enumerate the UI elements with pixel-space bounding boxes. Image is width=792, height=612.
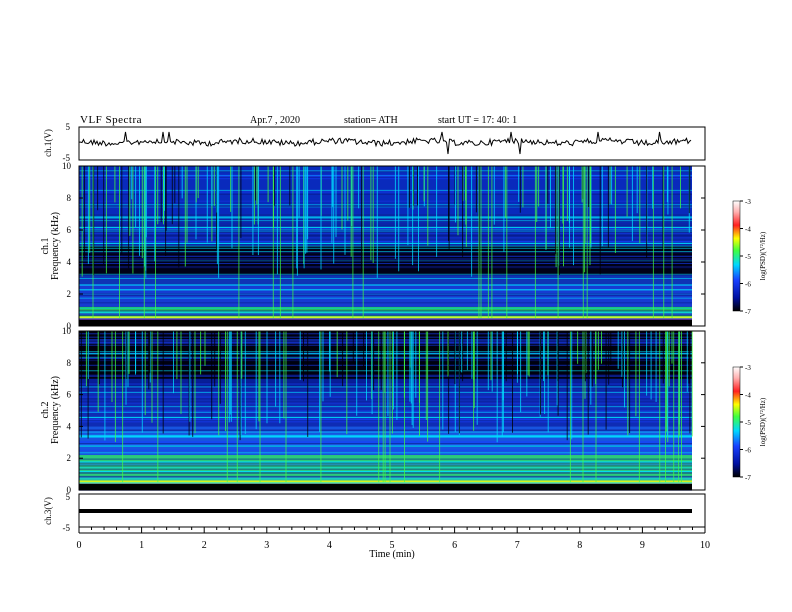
ch2-spec-ylabel-2: Frequency (kHz) — [50, 376, 61, 444]
time-tick-label: 10 — [700, 540, 710, 551]
colorbar-tick-label: -3 — [745, 364, 751, 372]
ch3-wave-tick-bottom: -5 — [63, 523, 71, 533]
ch2-colorbar: -3 -4 -5 -6 -7 log(PSD)(V²/Hz) — [732, 364, 767, 482]
ch1-spec-ylabel-2: Frequency (kHz) — [50, 212, 61, 280]
ch1-wave-tick-top: 5 — [66, 122, 71, 132]
freq-tick-label: 2 — [67, 453, 72, 463]
freq-tick-label: 10 — [62, 326, 72, 336]
time-tick-label: 0 — [77, 540, 82, 551]
colorbar-tick-label: -6 — [745, 281, 751, 289]
time-tick-label: 7 — [515, 540, 520, 551]
time-axis-label: Time (min) — [369, 549, 414, 560]
ch1-wave-frame — [78, 126, 706, 161]
ch2-spectrogram — [79, 331, 693, 491]
vlf-figure: VLF Spectra Apr.7 , 2020 station= ATH st… — [0, 0, 792, 612]
plot-area: 5 -5 ch.1(V) 0246810 ch.1 Frequency (kHz… — [40, 122, 767, 560]
colorbar-label: log(PSD)(V²/Hz) — [759, 231, 767, 280]
colorbar-tick-label: -7 — [745, 308, 751, 316]
colorbar-label: log(PSD)(V²/Hz) — [759, 397, 767, 446]
time-tick-label: 3 — [264, 540, 269, 551]
time-axis: 0 1 2 3 4 5 6 7 8 9 10 — [77, 527, 710, 551]
time-tick-label: 8 — [577, 540, 582, 551]
colorbar-tick-label: -7 — [745, 474, 751, 482]
time-tick-label: 1 — [139, 540, 144, 551]
time-tick-label: 9 — [640, 540, 645, 551]
freq-tick-label: 4 — [67, 421, 72, 431]
ch3-wave-ylabel: ch.3(V) — [43, 497, 53, 525]
freq-tick-label: 6 — [67, 225, 72, 235]
time-tick-label: 2 — [202, 540, 207, 551]
ch1-spectrogram — [79, 166, 692, 326]
freq-tick-label: 2 — [67, 289, 72, 299]
ch1-wave-ylabel: ch.1(V) — [43, 129, 53, 157]
ch3-waveform-line — [79, 509, 692, 513]
colorbar-tick-label: -6 — [745, 447, 751, 455]
ch3-wave-tick-top: 5 — [66, 492, 71, 502]
time-tick-label: 4 — [327, 540, 332, 551]
colorbar-tick-label: -5 — [745, 419, 751, 427]
freq-tick-label: 10 — [62, 161, 72, 171]
colorbar-tick-label: -5 — [745, 253, 751, 261]
freq-tick-label: 8 — [67, 193, 72, 203]
colorbar-tick-label: -4 — [745, 226, 751, 234]
time-tick-label: 6 — [452, 540, 457, 551]
colorbar-tick-label: -4 — [745, 392, 751, 400]
freq-tick-label: 4 — [67, 257, 72, 267]
freq-tick-label: 8 — [67, 358, 72, 368]
ch1-colorbar: -3 -4 -5 -6 -7 log(PSD)(V²/Hz) — [732, 198, 767, 316]
freq-tick-label: 6 — [67, 390, 72, 400]
colorbar-tick-label: -3 — [745, 198, 751, 206]
